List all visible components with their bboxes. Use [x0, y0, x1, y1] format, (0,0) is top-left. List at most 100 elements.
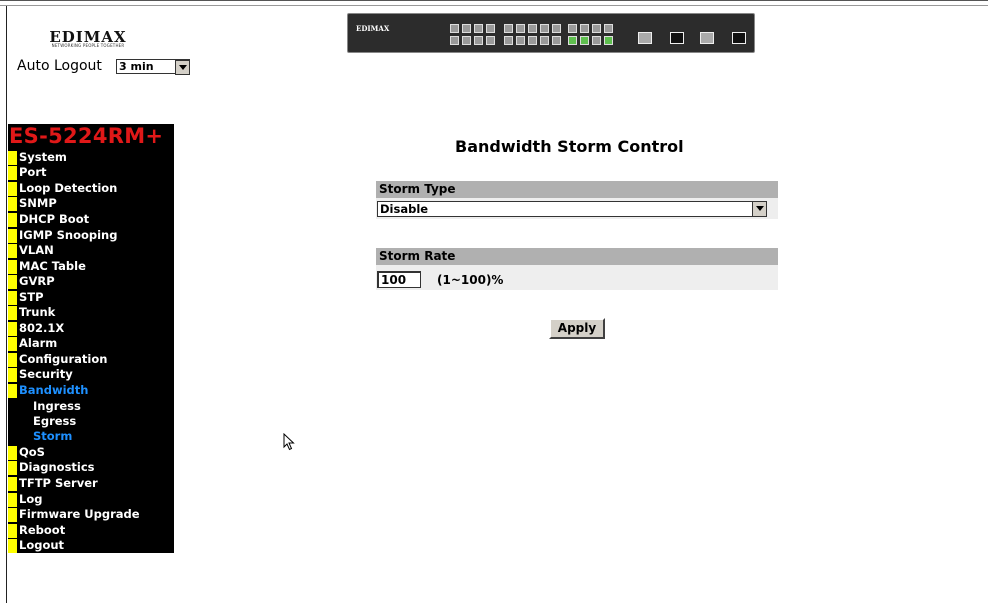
port-icon [568, 24, 577, 33]
switch-brand-label: EDIMAX [356, 24, 390, 33]
sidebar-item-label: Diagnostics [19, 460, 95, 474]
bullet-icon [8, 539, 17, 553]
storm-type-header: Storm Type [376, 181, 778, 198]
port-icon [528, 36, 537, 45]
sidebar-item-label: Loop Detection [19, 181, 118, 195]
sidebar-item-label: Configuration [19, 352, 108, 366]
bullet-icon [8, 244, 17, 258]
sidebar-item-label: SNMP [19, 196, 57, 210]
bullet-icon [8, 368, 17, 382]
sidebar-item-label: Log [19, 492, 43, 506]
sfp-slot-icon [670, 32, 684, 44]
bullet-icon [8, 275, 17, 289]
page-title: Bandwidth Storm Control [455, 137, 684, 156]
sidebar-item-label: Security [19, 367, 73, 381]
sidebar-subitem-egress[interactable]: Egress [33, 414, 76, 429]
port-icon [552, 36, 561, 45]
port-icon [580, 36, 589, 45]
bullet-icon [8, 166, 17, 180]
port-icon [540, 24, 549, 33]
port-icon [474, 36, 483, 45]
port-icon [568, 36, 577, 45]
bullet-icon [8, 493, 17, 507]
bullet-icon [8, 260, 17, 274]
bullet-icon [8, 524, 17, 538]
port-icon [528, 24, 537, 33]
auto-logout-label: Auto Logout [17, 58, 102, 74]
port-icon [486, 36, 495, 45]
port-icon [486, 24, 495, 33]
chevron-down-icon[interactable] [175, 60, 190, 75]
bullet-icon [8, 384, 17, 398]
sfp-slot-icon [638, 32, 652, 44]
bullet-icon [8, 508, 17, 522]
port-icon [592, 36, 601, 45]
sidebar-subitem-storm[interactable]: Storm [33, 429, 72, 444]
sidebar-item-label: Firmware Upgrade [19, 507, 140, 521]
auto-logout-select[interactable]: 3 min [116, 59, 190, 75]
bullet-icon [8, 461, 17, 475]
sidebar-item-label: MAC Table [19, 259, 86, 273]
port-icon [462, 24, 471, 33]
bullet-icon [8, 306, 17, 320]
port-icon [504, 24, 513, 33]
storm-rate-input[interactable]: 100 [377, 271, 421, 288]
bullet-icon [8, 353, 17, 367]
port-icon [450, 36, 459, 45]
port-icon [604, 36, 613, 45]
port-icon [580, 24, 589, 33]
port-icon [604, 24, 613, 33]
port-icon [504, 36, 513, 45]
bullet-icon [8, 182, 17, 196]
sidebar-item-label: Bandwidth [19, 383, 89, 397]
bullet-icon [8, 446, 17, 460]
sidebar-item-label: GVRP [19, 274, 55, 288]
port-icon [474, 24, 483, 33]
sidebar-item-label: System [19, 150, 67, 164]
window-left-border [6, 6, 7, 603]
bullet-icon [8, 197, 17, 211]
sidebar-item-label: 802.1X [19, 321, 65, 335]
window-top-border [0, 0, 988, 6]
switch-front-panel-image: EDIMAX [347, 13, 755, 53]
bullet-icon [8, 213, 17, 227]
sfp-slot-icon [700, 32, 714, 44]
bullet-icon [8, 337, 17, 351]
sidebar-item-label: Logout [19, 538, 65, 552]
port-icon [552, 24, 561, 33]
sidebar-item-label: Trunk [19, 305, 56, 319]
bullet-icon [8, 151, 17, 165]
port-icon [516, 36, 525, 45]
port-icon [592, 24, 601, 33]
sfp-slot-icon [732, 32, 746, 44]
sidebar-item-label: Port [19, 165, 47, 179]
port-icon [540, 36, 549, 45]
model-name: ES-5224RM+ [9, 124, 164, 148]
logo-tagline: NETWORKING PEOPLE TOGETHER [51, 43, 125, 48]
bullet-icon [8, 291, 17, 305]
apply-button[interactable]: Apply [549, 318, 605, 339]
sidebar-item-label: IGMP Snooping [19, 228, 118, 242]
port-icon [450, 24, 459, 33]
sidebar-item-label: DHCP Boot [19, 212, 90, 226]
sidebar-subitem-ingress[interactable]: Ingress [33, 399, 81, 414]
bullet-icon [8, 322, 17, 336]
chevron-down-icon[interactable] [752, 201, 767, 217]
sidebar-item-label: TFTP Server [19, 476, 98, 490]
sidebar-item-label: VLAN [19, 243, 54, 257]
mouse-cursor-icon [283, 433, 295, 451]
storm-type-select[interactable]: Disable [377, 201, 767, 217]
sidebar-item-label: Reboot [19, 523, 66, 537]
edimax-logo: EDIMAX NETWORKING PEOPLE TOGETHER [38, 28, 138, 50]
bullet-icon [8, 229, 17, 243]
bullet-icon [8, 477, 17, 491]
storm-type-value: Disable [380, 202, 429, 216]
storm-rate-header: Storm Rate [376, 248, 778, 265]
sidebar-item-label: STP [19, 290, 44, 304]
port-icon [516, 24, 525, 33]
port-icon [462, 36, 471, 45]
sidebar-item-label: Alarm [19, 336, 58, 350]
storm-rate-range: (1~100)% [437, 273, 504, 287]
sidebar-item-label: QoS [19, 445, 45, 459]
auto-logout-value: 3 min [119, 60, 154, 73]
